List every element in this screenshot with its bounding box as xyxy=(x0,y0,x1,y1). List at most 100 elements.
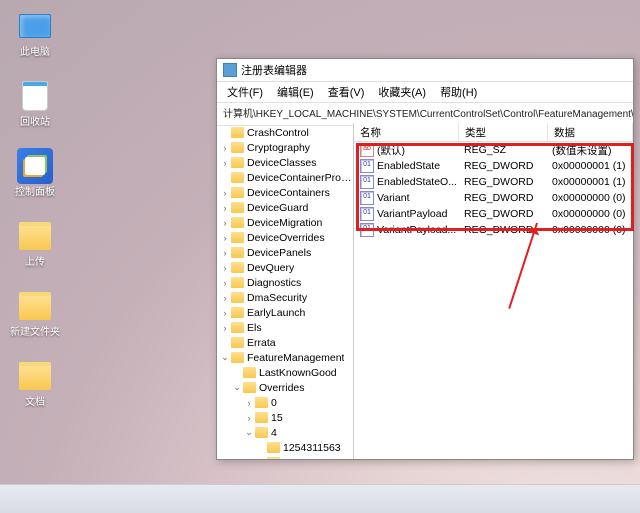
tree-node[interactable]: ⌄ FeatureManagement xyxy=(219,350,353,365)
tree-node[interactable]: ›DeviceClasses xyxy=(219,155,353,170)
col-name[interactable]: 名称 xyxy=(354,123,459,141)
folder-icon xyxy=(243,382,256,393)
value-type-icon xyxy=(360,223,374,237)
tree-label: Els xyxy=(247,322,262,334)
tree-node[interactable]: ›DmaSecurity xyxy=(219,290,353,305)
tree-pane[interactable]: CrashControl›Cryptography›DeviceClassesD… xyxy=(217,123,354,459)
tree-node[interactable]: › EarlyLaunch xyxy=(219,305,353,320)
tree-twisty-icon[interactable]: › xyxy=(243,413,255,423)
value-data: 0x00000000 (0) xyxy=(546,208,633,220)
tree-node[interactable]: › Diagnostics xyxy=(219,275,353,290)
value-row[interactable]: (默认)REG_SZ(数值未设置) xyxy=(354,142,633,158)
tree-label: EarlyLaunch xyxy=(247,307,305,319)
value-row[interactable]: EnabledStateO...REG_DWORD0x00000001 (1) xyxy=(354,174,633,190)
tree-node[interactable]: › DevicePanels xyxy=(219,245,353,260)
menu-item[interactable]: 文件(F) xyxy=(221,82,269,102)
tree-twisty-icon[interactable]: › xyxy=(219,188,231,198)
desktop-icons-column: 此电脑回收站控制面板上传新建文件夹文档 xyxy=(8,8,62,428)
tree-node[interactable]: ›DeviceOverrides xyxy=(219,230,353,245)
menu-item[interactable]: 编辑(E) xyxy=(271,82,320,102)
tree-label: 1254311563 xyxy=(283,442,341,454)
tree-label: CrashControl xyxy=(247,127,309,139)
tree-twisty-icon[interactable]: › xyxy=(219,308,231,318)
tree-twisty-icon[interactable]: ⌄ xyxy=(243,427,255,438)
tree-label: FeatureManagement xyxy=(247,352,344,364)
value-row[interactable]: VariantPayloadREG_DWORD0x00000000 (0) xyxy=(354,206,633,222)
folder-icon xyxy=(231,217,244,228)
folder-icon xyxy=(231,127,244,138)
titlebar[interactable]: 注册表编辑器 xyxy=(217,59,633,82)
value-name: Variant xyxy=(377,192,410,204)
value-data: (数值未设置) xyxy=(546,143,633,158)
value-row[interactable]: VariantPayload...REG_DWORD0x00000000 (0) xyxy=(354,222,633,238)
tree-twisty-icon[interactable]: › xyxy=(219,323,231,333)
tree-twisty-icon[interactable]: › xyxy=(219,263,231,273)
menu-item[interactable]: 收藏夹(A) xyxy=(372,82,432,102)
tree-twisty-icon[interactable]: ⌄ xyxy=(231,382,243,393)
tree-node[interactable]: › DevQuery xyxy=(219,260,353,275)
tree-twisty-icon[interactable]: › xyxy=(243,398,255,408)
value-row[interactable]: VariantREG_DWORD0x00000000 (0) xyxy=(354,190,633,206)
value-row[interactable]: EnabledStateREG_DWORD0x00000001 (1) xyxy=(354,158,633,174)
folder-icon xyxy=(17,358,53,394)
tree-twisty-icon[interactable]: › xyxy=(219,233,231,243)
folder-icon xyxy=(231,247,244,258)
tree-label: 15 xyxy=(271,412,283,424)
tree-node[interactable]: 1254311563 xyxy=(219,440,353,455)
value-type-icon xyxy=(360,143,374,157)
tree-node[interactable]: ›DeviceGuard xyxy=(219,200,353,215)
tree-label: Diagnostics xyxy=(247,277,301,289)
value-type-icon xyxy=(360,207,374,221)
tree-twisty-icon[interactable]: › xyxy=(219,143,231,153)
desktop-icon[interactable]: 此电脑 xyxy=(8,8,62,74)
folder-icon xyxy=(243,367,256,378)
desktop-icon[interactable]: 文档 xyxy=(8,358,62,424)
tree-node[interactable]: ⌄Overrides xyxy=(219,380,353,395)
tree-twisty-icon[interactable]: › xyxy=(219,278,231,288)
menu-item[interactable]: 帮助(H) xyxy=(434,82,483,102)
col-data[interactable]: 数据 xyxy=(548,123,633,141)
tree-twisty-icon[interactable]: › xyxy=(219,158,231,168)
tree-node[interactable]: ›DeviceContainers xyxy=(219,185,353,200)
tree-node[interactable]: 215754378 xyxy=(219,455,353,459)
values-pane[interactable]: 名称 类型 数据 (默认)REG_SZ(数值未设置)EnabledStateRE… xyxy=(354,123,633,459)
desktop-icon[interactable]: 回收站 xyxy=(8,78,62,144)
tree-node[interactable]: › Cryptography xyxy=(219,140,353,155)
desktop-icon-label: 文档 xyxy=(8,397,62,409)
tree-node[interactable]: Errata xyxy=(219,335,353,350)
menu-item[interactable]: 查看(V) xyxy=(322,82,371,102)
tree-node[interactable]: ›0 xyxy=(219,395,353,410)
desktop-icon[interactable]: 上传 xyxy=(8,218,62,284)
folder-icon xyxy=(231,187,244,198)
desktop-icon[interactable]: 新建文件夹 xyxy=(8,288,62,354)
folder-icon xyxy=(231,142,244,153)
tree-node[interactable]: › 15 xyxy=(219,410,353,425)
value-data: 0x00000000 (0) xyxy=(546,224,633,236)
tree-twisty-icon[interactable]: ⌄ xyxy=(219,352,231,363)
folder-icon xyxy=(231,277,244,288)
desktop-icon-label: 新建文件夹 xyxy=(8,327,62,339)
tree-twisty-icon[interactable]: › xyxy=(219,218,231,228)
tree-label: 215754378 xyxy=(283,457,336,460)
tree-node[interactable]: LastKnownGood xyxy=(219,365,353,380)
desktop-icon[interactable]: 控制面板 xyxy=(8,148,62,214)
tree-twisty-icon[interactable]: › xyxy=(219,248,231,258)
tree-label: DevQuery xyxy=(247,262,294,274)
tree-label: DevicePanels xyxy=(247,247,311,259)
folder-icon xyxy=(231,172,244,183)
tree-label: Cryptography xyxy=(247,142,310,154)
value-type-icon xyxy=(360,175,374,189)
bin-icon xyxy=(17,78,53,114)
tree-node[interactable]: CrashControl xyxy=(219,125,353,140)
folder-icon xyxy=(267,442,280,453)
value-name: VariantPayload... xyxy=(377,224,456,236)
tree-node[interactable]: ⌄4 xyxy=(219,425,353,440)
tree-node[interactable]: ›DeviceMigration xyxy=(219,215,353,230)
tree-twisty-icon[interactable]: › xyxy=(219,293,231,303)
taskbar[interactable] xyxy=(0,484,640,513)
tree-twisty-icon[interactable]: › xyxy=(219,203,231,213)
col-type[interactable]: 类型 xyxy=(459,123,548,141)
tree-node[interactable]: › Els xyxy=(219,320,353,335)
value-type: REG_SZ xyxy=(458,144,546,156)
tree-node[interactable]: DeviceContainerPropertyUpdateEvents xyxy=(219,170,353,185)
